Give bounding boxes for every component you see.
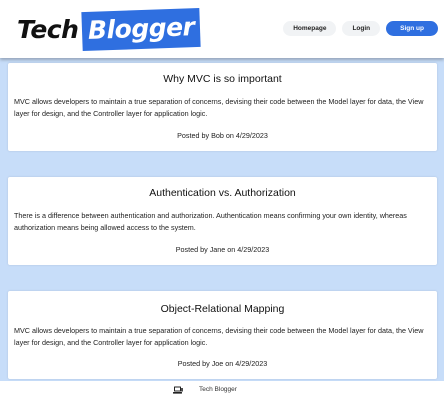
post-meta: Posted by Jane on 4/29/2023: [175, 245, 270, 254]
footer-text: Tech Blogger: [199, 386, 237, 393]
signup-button[interactable]: Sign up: [386, 21, 438, 36]
logo-blogger-text: Blogger: [81, 7, 202, 51]
post-title[interactable]: Authentication vs. Authorization: [8, 187, 437, 199]
login-button[interactable]: Login: [342, 21, 381, 36]
logo-tech-text: Tech: [17, 14, 79, 44]
post-card[interactable]: Why MVC is so important MVC allows devel…: [8, 63, 437, 151]
post-card[interactable]: Authentication vs. Authorization There i…: [8, 177, 437, 265]
site-footer: Tech Blogger: [0, 381, 444, 400]
post-meta: Posted by Bob on 4/29/2023: [177, 131, 268, 140]
main-nav: Homepage Login Sign up: [277, 21, 438, 36]
post-meta: Posted by Joe on 4/29/2023: [177, 359, 268, 368]
post-card[interactable]: Object-Relational Mapping MVC allows dev…: [8, 291, 437, 379]
post-title[interactable]: Why MVC is so important: [8, 73, 437, 85]
site-logo[interactable]: Tech Blogger: [17, 7, 202, 51]
post-body: There is a difference between authentica…: [14, 211, 407, 232]
post-body: MVC allows developers to maintain a true…: [14, 326, 424, 347]
homepage-button[interactable]: Homepage: [283, 21, 337, 36]
post-title[interactable]: Object-Relational Mapping: [8, 303, 437, 315]
laptop-icon: [173, 386, 183, 394]
post-body: MVC allows developers to maintain a true…: [14, 97, 424, 118]
site-header: Tech Blogger Homepage Login Sign up: [0, 0, 444, 58]
